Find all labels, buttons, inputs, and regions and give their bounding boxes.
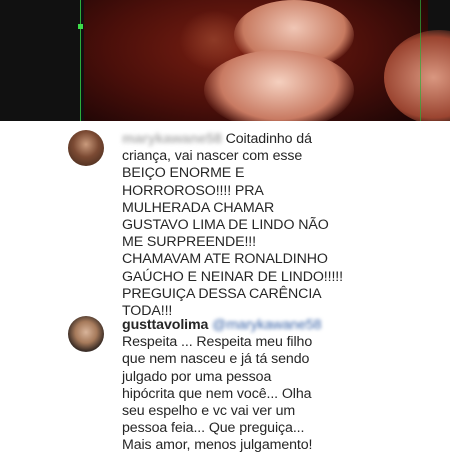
comment-line: Mais amor, menos julgamento! xyxy=(122,437,313,454)
comment-line: que nem nasceu e já tá sendo xyxy=(122,351,310,368)
comment-line: criança, vai nascer com esse xyxy=(122,148,303,165)
comment-line: Respeita ... Respeita meu filho xyxy=(122,334,313,351)
username[interactable]: marykawane58 xyxy=(122,131,222,147)
ultrasound-frame xyxy=(84,0,450,121)
overlay-guide-marker xyxy=(78,24,83,29)
comment-line: GAÚCHO E NEINAR DE LINDO!!!!! xyxy=(122,268,343,285)
comment-text: marykawane58 Coitadinho dá criança, vai … xyxy=(122,131,442,320)
comment-line: ME SURPREENDE!!! xyxy=(122,234,256,251)
comment-line: GUSTAVO LIMA DE LINDO NÃO xyxy=(122,217,329,234)
comment-line: MULHERADA CHAMAR xyxy=(122,199,275,216)
ultrasound-hand xyxy=(384,30,450,121)
username[interactable]: gusttavolima xyxy=(122,317,208,333)
comment-line: PREGUIÇA DESSA CARÊNCIA xyxy=(122,285,322,302)
comment-line: HORROROSO!!!! PRA xyxy=(122,182,264,199)
comment-line: BEIÇO ENORME E xyxy=(122,165,245,182)
comment-line: hipócrita que nem você... Olha xyxy=(122,385,312,402)
ultrasound-image xyxy=(0,0,450,121)
avatar[interactable] xyxy=(68,130,104,166)
comment-line: CHAMAVAM ATE RONALDINHO xyxy=(122,251,328,268)
comment-line: Coitadinho dá xyxy=(225,131,312,147)
ultrasound-mouth xyxy=(204,50,354,121)
overlay-guide-line-right xyxy=(420,0,421,121)
mention-link[interactable]: @marykawane58 xyxy=(212,317,321,333)
comment-line: julgado por uma pessoa xyxy=(122,368,272,385)
comment-text: gusttavolima @marykawane58 Respeita ... … xyxy=(122,317,444,455)
comment-line: seu espelho e vc vai ver um xyxy=(122,403,296,420)
overlay-guide-line xyxy=(80,0,81,121)
avatar[interactable] xyxy=(68,316,104,352)
comment-line: pessoa feia... Que preguiça... xyxy=(122,420,305,437)
